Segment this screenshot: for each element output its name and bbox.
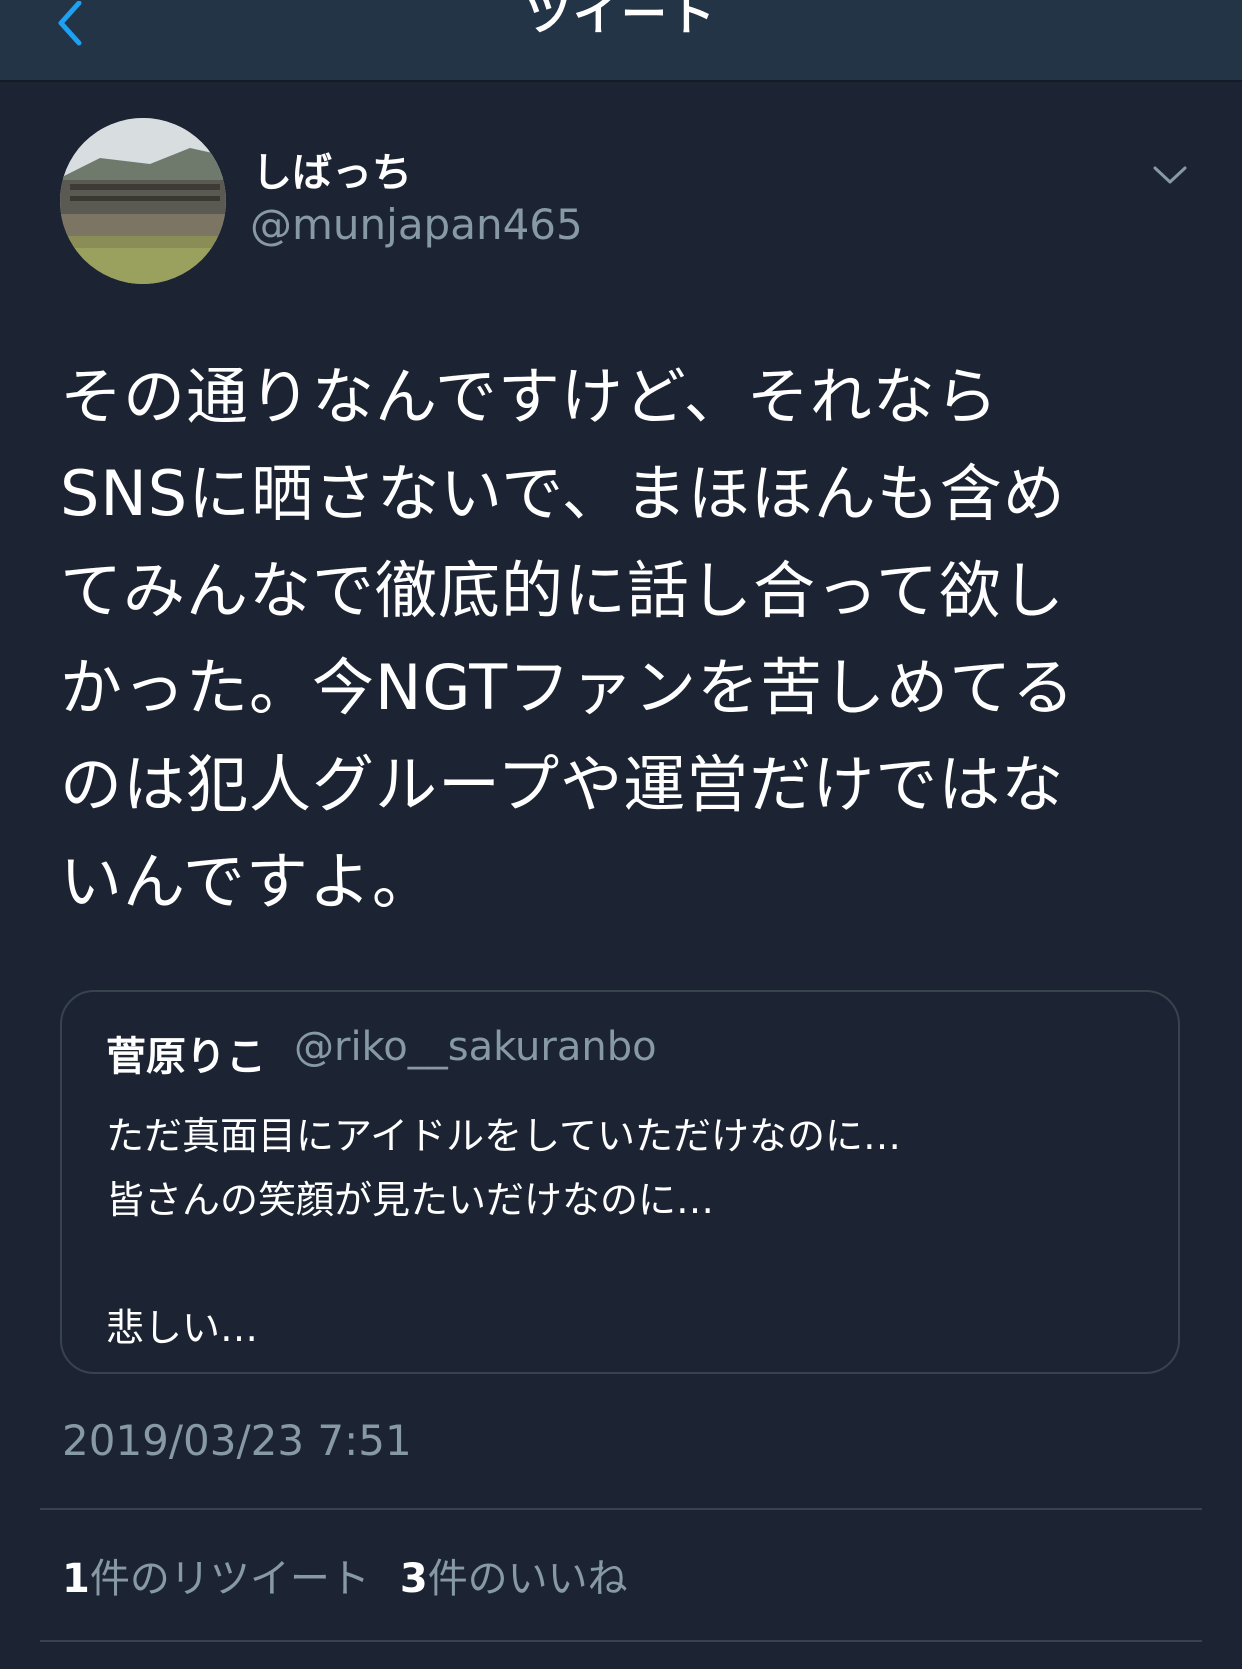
author-display-name[interactable]: しばっち	[252, 140, 412, 198]
avatar[interactable]	[60, 118, 226, 284]
tweet-timestamp: 2019/03/23 7:51	[62, 1416, 412, 1465]
likes-count: 3	[399, 1556, 428, 1602]
chevron-down-icon	[1153, 166, 1187, 184]
quoted-tweet-card[interactable]: 菅原りこ @riko__sakuranbo ただ真面目にアイドルをしていただけな…	[60, 990, 1180, 1374]
tweet-stats: 1 件のリツイート 3 件のいいね	[62, 1546, 658, 1604]
quoted-tweet-text: ただ真面目にアイドルをしていただけなのに… 皆さんの笑顔が見たいだけなのに… 悲…	[106, 1114, 901, 1350]
quoted-username: @riko__sakuranbo	[294, 1024, 657, 1070]
quoted-display-name: 菅原りこ	[106, 1034, 266, 1080]
retweets-count: 1	[62, 1556, 90, 1602]
avatar-image	[60, 118, 226, 284]
page-title: ツイート	[525, 0, 717, 41]
navigation-bar: ツイート	[0, 0, 1242, 82]
divider	[40, 1640, 1202, 1642]
likes-stat[interactable]: 3 件のいいね	[400, 1546, 628, 1604]
retweets-stat[interactable]: 1 件のリツイート	[62, 1546, 370, 1604]
divider	[40, 1508, 1202, 1510]
retweets-label: 件のリツイート	[89, 1556, 370, 1602]
tweet-text: その通りなんですけど、それなら SNSに晒さないで、まほほんも含め てみんなで徹…	[60, 360, 1076, 918]
tweet-detail-page: ツイート しばっち @munjapan465 その通りなんですけど、それなら S…	[0, 0, 1242, 1669]
likes-label: 件のいいね	[427, 1556, 628, 1602]
author-username[interactable]: @munjapan465	[250, 200, 583, 249]
more-options-button[interactable]	[1148, 158, 1192, 192]
